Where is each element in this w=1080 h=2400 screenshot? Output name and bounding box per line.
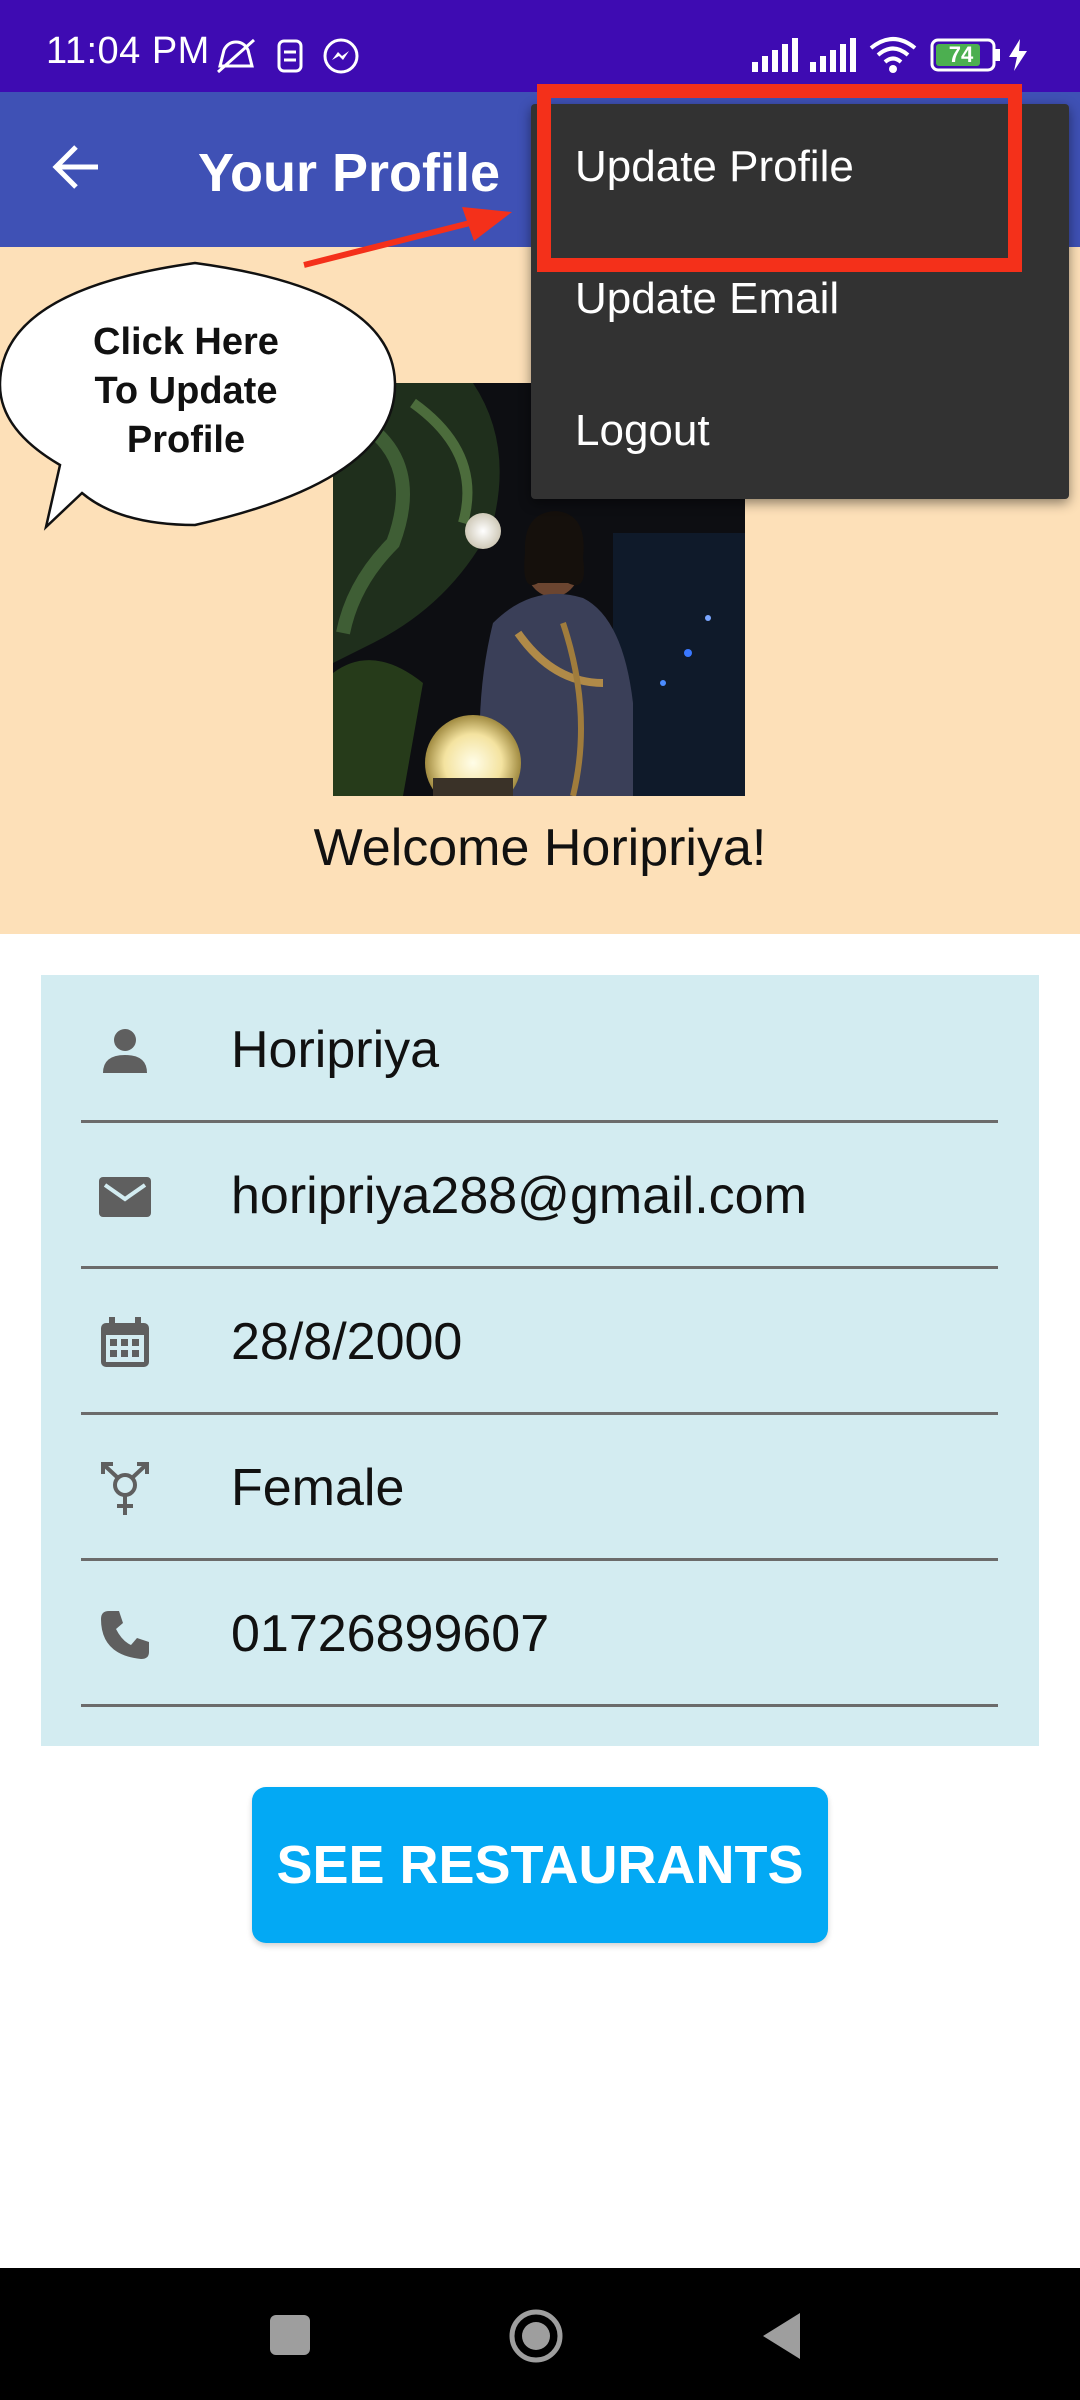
status-bar: 11:04 PM 74	[0, 0, 1080, 92]
email-value: horipriya288@gmail.com	[231, 1167, 807, 1225]
email-icon	[99, 1177, 151, 1217]
welcome-text: Welcome Horipriya!	[313, 819, 767, 877]
battery-level: 74	[948, 42, 974, 67]
bubble-line-1: Click Here	[93, 321, 279, 363]
gender-value: Female	[231, 1459, 405, 1517]
signal-icon	[810, 38, 856, 72]
menu-item-label: Update Email	[575, 274, 840, 323]
name-value: Horipriya	[231, 1021, 440, 1079]
wifi-icon	[869, 37, 917, 73]
arrow-left-icon[interactable]	[52, 144, 102, 190]
name-row: Horipriya	[81, 975, 998, 1123]
calendar-icon	[101, 1317, 149, 1367]
bubble-line-2: To Update	[94, 370, 278, 412]
see-restaurants-button[interactable]: SEE RESTAURANTS	[252, 1787, 828, 1943]
home-icon[interactable]	[508, 2308, 564, 2364]
signal-icon	[752, 38, 798, 72]
profile-info-card: Horipriya horipriya288@gmail.com 28/8/20…	[41, 975, 1039, 1746]
person-icon	[103, 1029, 147, 1073]
mute-alarm-icon	[217, 38, 255, 74]
menu-item-logout[interactable]: Logout	[531, 368, 1069, 498]
email-row: horipriya288@gmail.com	[81, 1121, 998, 1269]
bubble-line-3: Profile	[126, 419, 246, 461]
recents-icon[interactable]	[268, 2313, 312, 2357]
phone-icon	[101, 1611, 149, 1659]
gender-icon	[101, 1462, 149, 1515]
back-icon[interactable]	[760, 2311, 804, 2361]
messenger-icon	[323, 38, 359, 74]
bubble-text: Click Here To Update Profile	[60, 318, 312, 465]
gender-row: Female	[81, 1413, 998, 1561]
sim-icon	[277, 39, 303, 73]
dob-value: 28/8/2000	[231, 1313, 463, 1371]
system-nav-bar	[0, 2268, 1080, 2400]
dob-row: 28/8/2000	[81, 1267, 998, 1415]
status-time: 11:04 PM	[46, 30, 210, 72]
phone-row: 01726899607	[81, 1559, 998, 1707]
annotation-highlight-box	[537, 84, 1022, 272]
charging-icon	[1009, 39, 1027, 71]
phone-value: 01726899607	[231, 1605, 550, 1663]
menu-item-label: Logout	[575, 406, 710, 455]
annotation-arrow	[303, 207, 512, 268]
